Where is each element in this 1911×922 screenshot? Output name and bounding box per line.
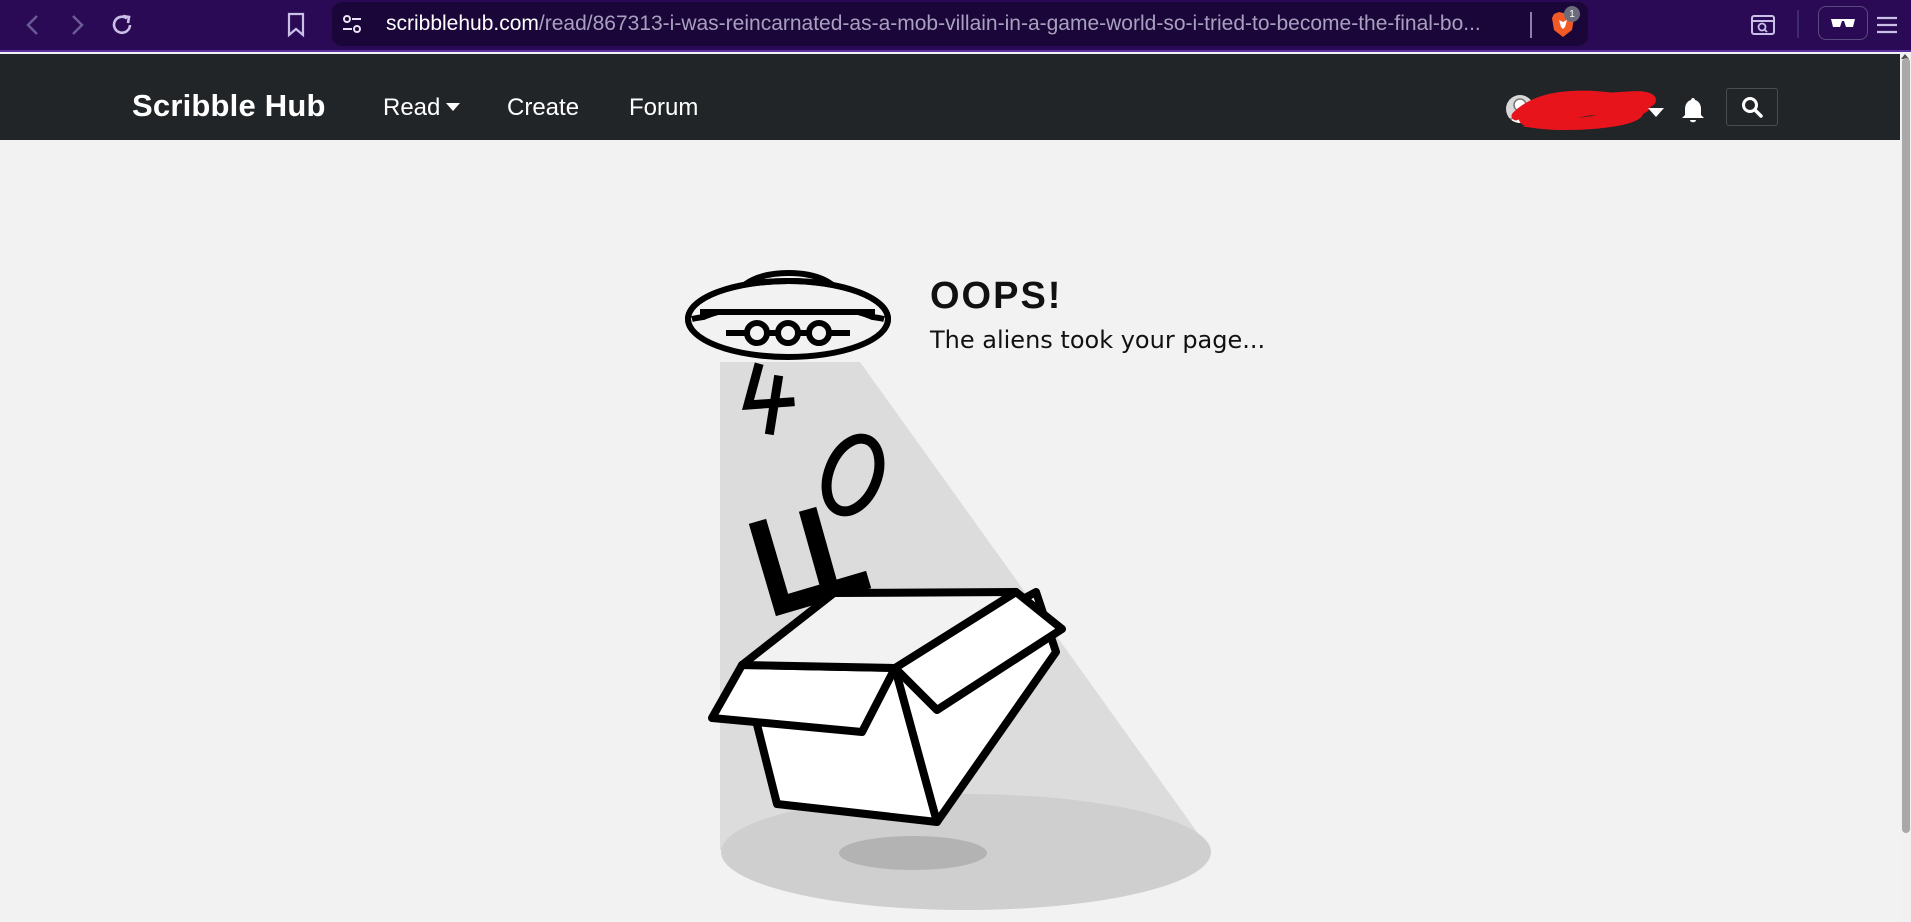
site-header: Scribble Hub Read Create Forum xyxy=(0,54,1900,140)
forward-button[interactable] xyxy=(60,8,94,42)
address-divider xyxy=(1530,12,1532,38)
reload-icon xyxy=(112,14,132,34)
reload-button[interactable] xyxy=(105,8,139,42)
scroll-thumb[interactable] xyxy=(1902,58,1910,833)
url-host: scribblehub.com xyxy=(386,12,539,35)
url-text[interactable]: scribblehub.com/read/867313-i-was-reinca… xyxy=(386,12,1516,36)
reader-mode-icon xyxy=(1831,19,1855,27)
site-settings-icon[interactable] xyxy=(340,12,364,36)
search-tab-icon xyxy=(1751,15,1775,35)
back-icon xyxy=(26,15,38,35)
nav-create[interactable]: Create xyxy=(507,94,579,122)
search-icon xyxy=(1742,97,1763,118)
url-path: /read/867313-i-was-reincarnated-as-a-mob… xyxy=(538,12,1481,35)
back-button[interactable] xyxy=(16,8,50,42)
nav-forum[interactable]: Forum xyxy=(629,94,698,122)
bell-icon[interactable] xyxy=(1680,96,1706,124)
search-tab-button[interactable] xyxy=(1746,8,1780,42)
site-logo[interactable]: Scribble Hub xyxy=(132,88,326,124)
nav-read[interactable]: Read xyxy=(383,94,461,122)
error-title: OOPS! xyxy=(930,275,1063,317)
user-menu-caret-icon[interactable] xyxy=(1648,108,1664,117)
ufo-icon xyxy=(685,270,891,361)
chevron-down-icon xyxy=(446,102,461,111)
menu-icon xyxy=(1877,16,1897,34)
search-button[interactable] xyxy=(1726,88,1778,126)
nav-read-label: Read xyxy=(383,94,441,121)
browser-toolbar: scribblehub.com/read/867313-i-was-reinca… xyxy=(0,0,1911,52)
toolbar-divider xyxy=(1797,10,1799,38)
username-redaction xyxy=(1511,90,1656,131)
address-bar[interactable]: scribblehub.com/read/867313-i-was-reinca… xyxy=(332,2,1588,46)
bookmark-icon xyxy=(287,12,305,38)
shield-count-badge: 1 xyxy=(1564,6,1580,22)
forward-icon xyxy=(72,15,84,35)
bookmark-button[interactable] xyxy=(279,8,313,42)
error-subtitle: The aliens took your page... xyxy=(930,326,1266,354)
box-shadow xyxy=(839,836,987,870)
menu-button[interactable] xyxy=(1870,8,1904,42)
reader-mode-button[interactable] xyxy=(1818,6,1868,40)
page-scrollbar[interactable] xyxy=(1900,54,1911,922)
